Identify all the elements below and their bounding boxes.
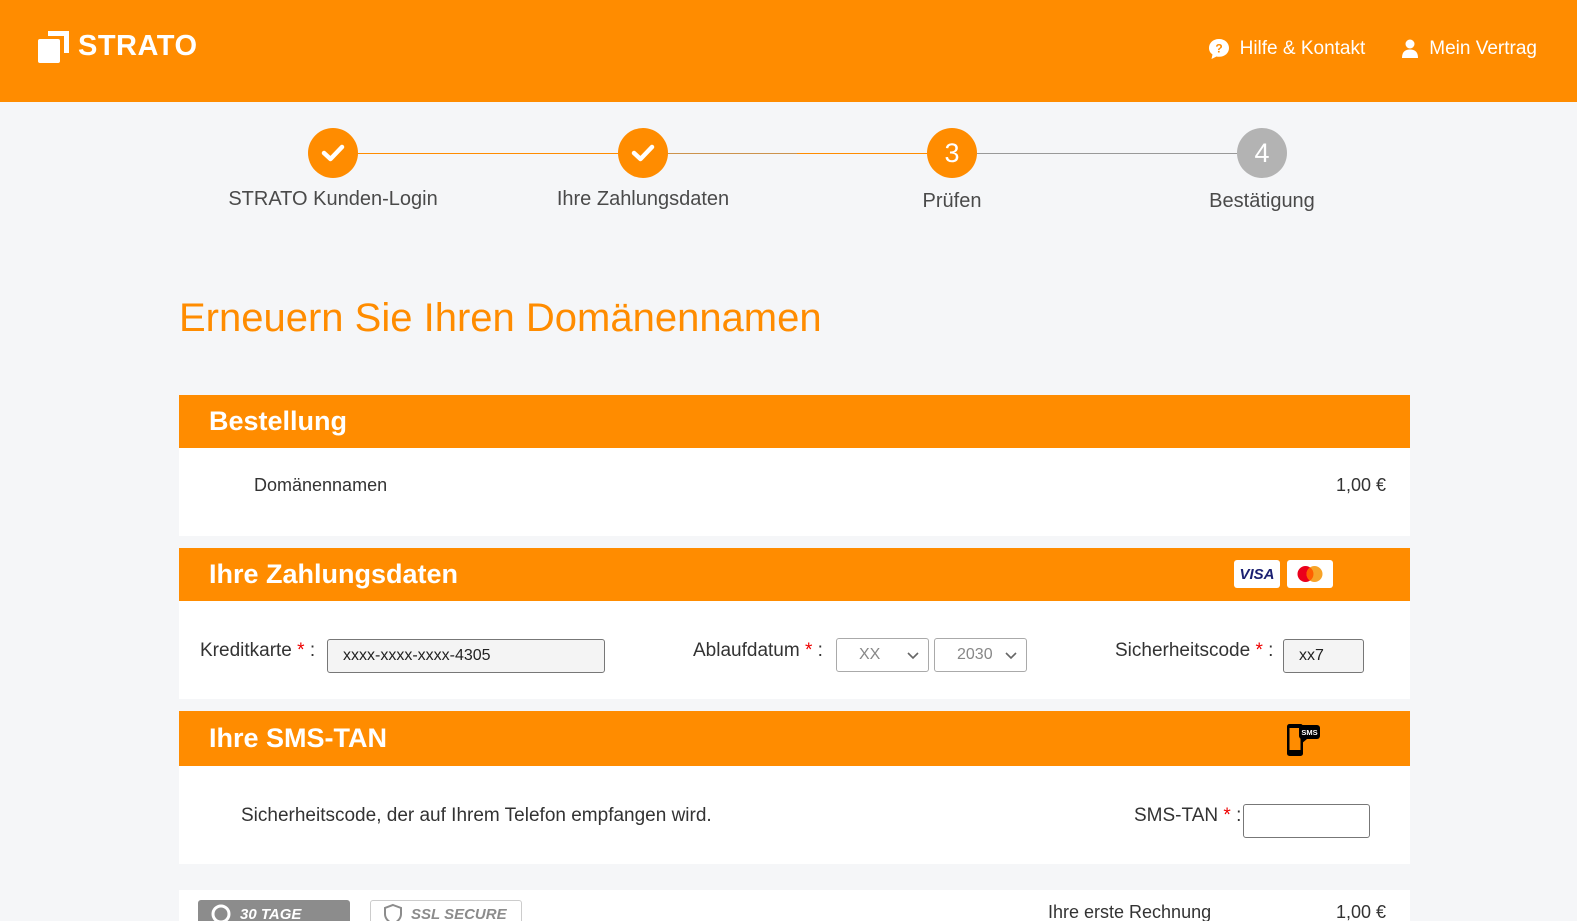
expiry-label: Ablaufdatum * :	[693, 640, 823, 661]
cvc-label: Sicherheitscode * :	[1115, 640, 1274, 661]
strato-logo[interactable]: STRATO	[38, 30, 198, 63]
user-icon	[1402, 39, 1419, 58]
chevron-down-icon	[1005, 652, 1017, 660]
my-contract-label: Mein Vertrag	[1429, 38, 1537, 59]
order-section-header: Bestellung	[179, 395, 1410, 448]
expiry-month-value: XX	[859, 646, 881, 663]
step-payment: Ihre Zahlungsdaten	[513, 128, 773, 211]
svg-text:?: ?	[1215, 42, 1222, 56]
step-number-circle: 3	[927, 128, 977, 178]
mastercard-badge	[1287, 560, 1333, 588]
sms-section-header: Ihre SMS-TAN SMS	[179, 711, 1410, 766]
sms-description: Sicherheitscode, der auf Ihrem Telefon e…	[241, 805, 712, 826]
first-invoice-price: 1,00 €	[1335, 902, 1386, 921]
step-check-circle	[618, 128, 668, 178]
checkmark-icon	[631, 144, 655, 162]
visa-badge: VISA	[1234, 560, 1280, 588]
card-number-label: Kreditkarte * :	[200, 640, 316, 661]
order-heading: Bestellung	[209, 406, 348, 436]
strato-logo-icon	[38, 30, 69, 63]
expiry-month-select[interactable]: XX	[836, 638, 929, 672]
step-confirmation: 4 Bestätigung	[1132, 128, 1392, 213]
brand-name: STRATO	[78, 30, 198, 62]
step-review: 3 Prüfen	[822, 128, 1082, 213]
step-number-circle: 4	[1237, 128, 1287, 178]
step-label: Ihre Zahlungsdaten	[556, 188, 730, 210]
order-item-label: Domänennamen	[254, 475, 388, 495]
step-label: STRATO Kunden-Login	[228, 188, 438, 210]
shield-icon	[384, 903, 402, 921]
sms-section-body: Sicherheitscode, der auf Ihrem Telefon e…	[179, 766, 1410, 864]
payment-section-header: Ihre Zahlungsdaten VISA	[179, 548, 1410, 601]
return-arrow-icon	[211, 904, 231, 921]
chat-question-icon: ?	[1208, 39, 1229, 59]
card-number-field[interactable]: xxxx-xxxx-xxxx-4305	[327, 639, 605, 673]
step-label: Prüfen	[922, 190, 982, 212]
phone-sms-icon: SMS	[1287, 724, 1320, 756]
sms-heading: Ihre SMS-TAN	[209, 723, 388, 753]
expiry-year-value: 2030	[957, 646, 993, 663]
step-login: STRATO Kunden-Login	[203, 128, 463, 211]
ssl-secure-badge: SSL SECURE	[370, 900, 522, 921]
order-section-body: Domänennamen 1,00 €	[179, 448, 1410, 536]
help-contact-label: Hilfe & Kontakt	[1239, 38, 1366, 59]
top-nav: ? Hilfe & Kontakt Mein Vertrag	[1208, 38, 1537, 60]
sms-tan-input[interactable]	[1243, 804, 1370, 838]
payment-section-body: Kreditkarte * : xxxx-xxxx-xxxx-4305 Abla…	[179, 601, 1410, 699]
visa-logo-icon: VISA	[1239, 565, 1275, 583]
my-contract-link[interactable]: Mein Vertrag	[1401, 38, 1537, 60]
step-label: Bestätigung	[1209, 190, 1315, 212]
checkmark-icon	[321, 144, 345, 162]
help-contact-link[interactable]: ? Hilfe & Kontakt	[1208, 38, 1366, 60]
sms-icon-text: SMS	[1301, 728, 1317, 737]
summary-section: 30 TAGE SSL SECURE Ihre erste Rechnung 1…	[179, 890, 1410, 921]
sms-tan-label: SMS-TAN * :	[1134, 805, 1242, 826]
progress-stepper: STRATO Kunden-Login Ihre Zahlungsdaten 3…	[0, 128, 1577, 218]
first-invoice-label: Ihre erste Rechnung	[1048, 902, 1212, 921]
top-bar: STRATO ? Hilfe & Kontakt Mein Vertrag	[0, 0, 1577, 102]
chevron-down-icon	[907, 652, 919, 660]
expiry-year-select[interactable]: 2030	[934, 638, 1027, 672]
money-back-badge: 30 TAGE	[198, 900, 350, 921]
cvc-field[interactable]: xx7	[1283, 639, 1364, 673]
page-title: Erneuern Sie Ihren Domänennamen	[179, 296, 822, 340]
step-check-circle	[308, 128, 358, 178]
payment-heading: Ihre Zahlungsdaten	[209, 559, 459, 589]
order-item-price: 1,00 €	[1335, 475, 1386, 495]
mastercard-logo-icon	[1297, 566, 1323, 582]
